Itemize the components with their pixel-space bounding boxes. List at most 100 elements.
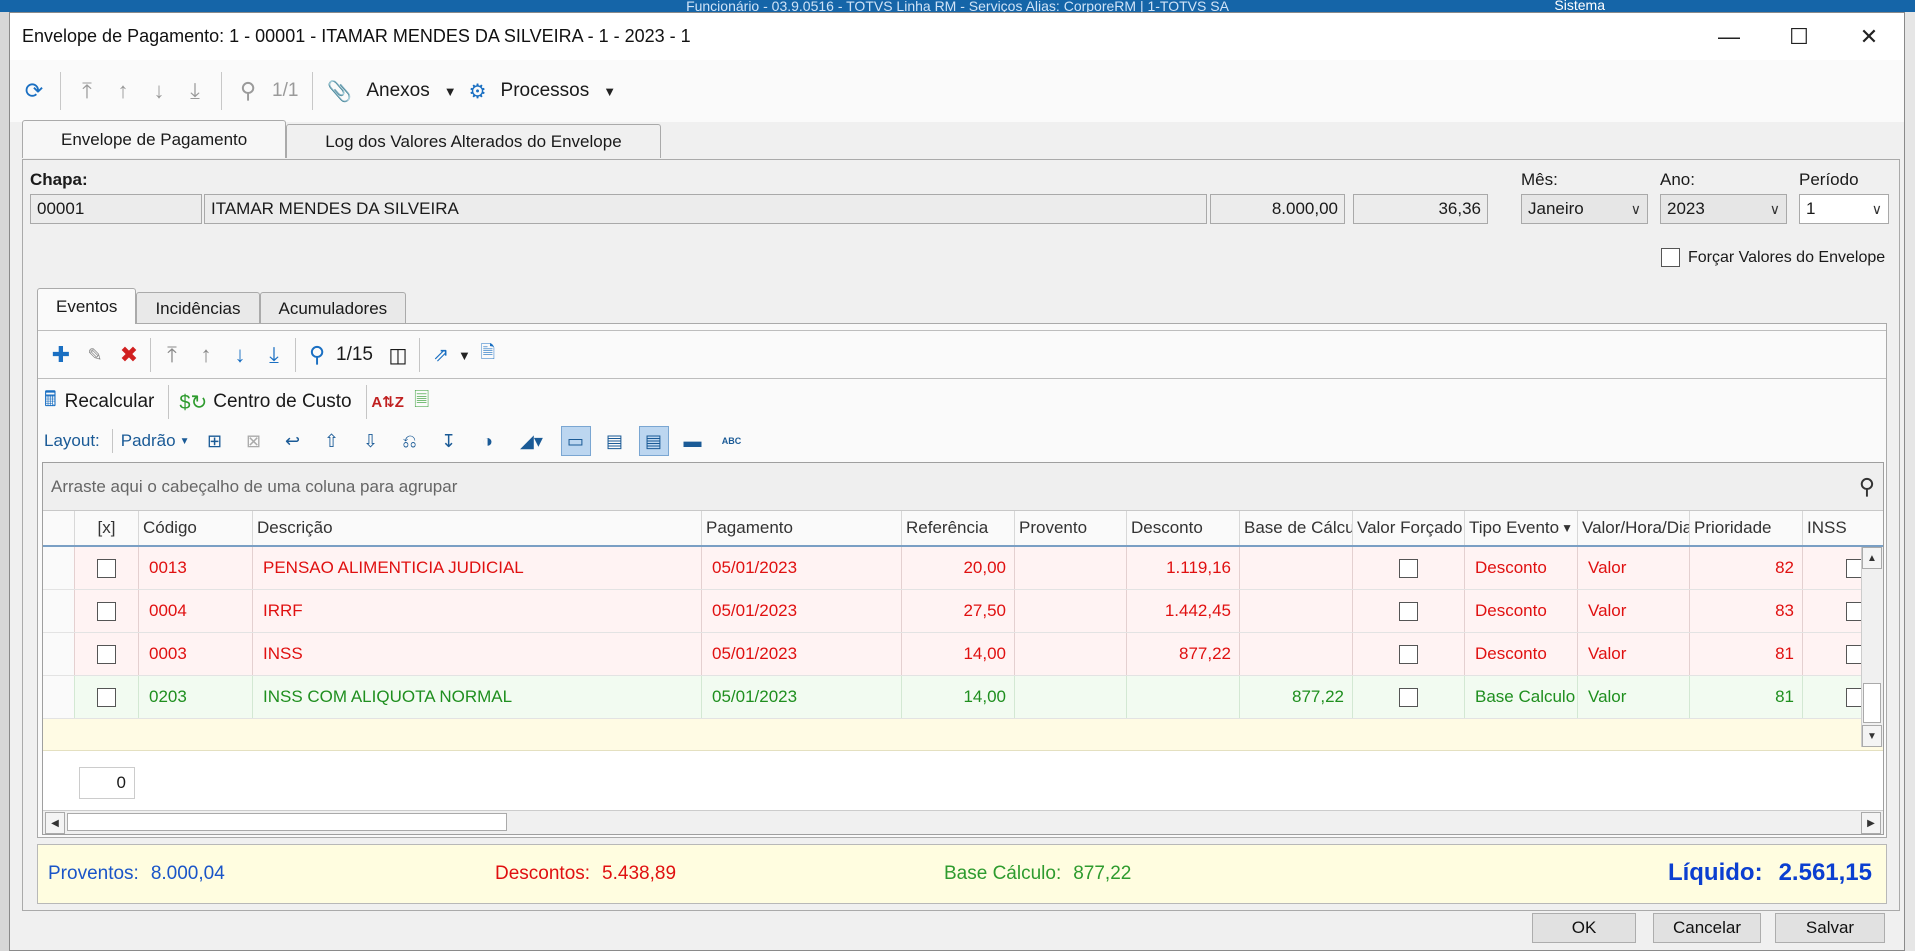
caret-down-icon[interactable]: ▼ [458,348,471,363]
layout-add-icon[interactable]: ⊞ [200,426,230,456]
tab-log-valores[interactable]: Log dos Valores Alterados do Envelope [286,124,661,158]
row-select-checkbox[interactable] [97,558,116,578]
last-record-icon[interactable]: ⤓ [257,338,291,372]
next-record-icon[interactable]: ↓ [223,338,257,372]
pagamento-cell[interactable]: 05/01/2023 [702,676,902,718]
close-icon[interactable]: ✕ [1834,13,1904,60]
prioridade-cell[interactable]: 81 [1690,676,1803,718]
codigo-cell[interactable]: 0013 [139,547,253,589]
row-select-checkbox[interactable] [97,601,116,621]
layout-save-icon[interactable]: ↩ [278,426,308,456]
tipo-evento-cell[interactable]: Desconto [1465,547,1578,589]
column-header-valor-forcado[interactable]: Valor Forçado [1353,511,1465,545]
base-calculo-cell[interactable] [1240,590,1353,632]
scroll-thumb[interactable] [67,813,507,831]
referencia-cell[interactable]: 14,00 [902,676,1015,718]
row-select-cell[interactable] [75,633,139,675]
codigo-cell[interactable]: 0003 [139,633,253,675]
paint-roller-icon[interactable]: ⎌ [395,426,425,456]
column-header-tipo-evento[interactable]: Tipo Evento ▼ [1465,511,1578,545]
centro-custo-button[interactable]: $↻ Centro de Custo [179,390,351,415]
tab-incidencias[interactable]: Incidências [136,292,260,324]
tipo-evento-cell[interactable]: Desconto [1465,633,1578,675]
pagamento-cell[interactable]: 05/01/2023 [702,633,902,675]
previous-record-icon[interactable]: ↑ [189,338,223,372]
maximize-icon[interactable]: ☐ [1764,13,1834,60]
vertical-scrollbar[interactable]: ▲ ▼ [1861,547,1883,747]
scroll-thumb[interactable] [1863,683,1881,723]
salvar-button[interactable]: Salvar [1775,913,1885,943]
chart-area-icon[interactable]: ◢▾ [512,426,552,456]
horas-field[interactable]: 36,36 [1353,194,1488,224]
layout-band-icon[interactable]: ▬ [678,426,708,456]
nome-field[interactable]: ITAMAR MENDES DA SILVEIRA [204,194,1207,224]
previous-record-icon[interactable]: ↑ [105,73,141,109]
tipo-evento-cell[interactable]: Base Calculo [1465,676,1578,718]
column-header-descricao[interactable]: Descrição [253,511,702,545]
provento-cell[interactable] [1015,547,1127,589]
codigo-cell[interactable]: 0203 [139,676,253,718]
desconto-cell[interactable]: 1.442,45 [1127,590,1240,632]
search-icon[interactable]: ⚲ [230,73,266,109]
column-header-desconto[interactable]: Desconto [1127,511,1240,545]
ok-button[interactable]: OK [1532,913,1636,943]
layout-group-footer-icon[interactable]: ▤ [600,426,630,456]
table-row[interactable]: 0003 INSS 05/01/2023 14,00 877,22 Descon… [43,633,1883,676]
layout-header-icon[interactable]: ▤ [638,426,669,456]
row-select-cell[interactable] [75,547,139,589]
valor-forcado-checkbox[interactable] [1399,558,1418,578]
tab-eventos[interactable]: Eventos [37,288,137,324]
edit-icon[interactable]: ✎ [78,338,112,372]
new-row-placeholder[interactable] [43,719,1883,751]
search-icon[interactable]: ⚲ [300,338,334,372]
layout-delete-icon[interactable]: ⊠ [239,426,269,456]
next-record-icon[interactable]: ↓ [141,73,177,109]
cancelar-button[interactable]: Cancelar [1653,913,1761,943]
column-header-prioridade[interactable]: Prioridade [1690,511,1803,545]
row-select-cell[interactable] [75,590,139,632]
column-header-pagamento[interactable]: Pagamento [702,511,902,545]
provento-cell[interactable] [1015,633,1127,675]
valor-forcado-cell[interactable] [1353,676,1465,718]
column-header-inss[interactable]: INSS [1803,511,1873,545]
pagamento-cell[interactable]: 05/01/2023 [702,590,902,632]
valor-hora-dia-cell[interactable]: Valor [1578,676,1690,718]
scroll-up-icon[interactable]: ▲ [1862,547,1882,569]
color-palette-icon[interactable]: ◑ [473,426,503,456]
pagamento-cell[interactable]: 05/01/2023 [702,547,902,589]
document-check-icon[interactable]: 🗏 [405,385,439,419]
table-row[interactable]: 0203 INSS COM ALIQUOTA NORMAL 05/01/2023… [43,676,1883,719]
descricao-cell[interactable]: INSS COM ALIQUOTA NORMAL [253,676,702,718]
codigo-cell[interactable]: 0004 [139,590,253,632]
valor-forcado-cell[interactable] [1353,590,1465,632]
descricao-cell[interactable]: INSS [253,633,702,675]
column-header-referencia[interactable]: Referência [902,511,1015,545]
row-select-checkbox[interactable] [97,687,116,707]
export-icon[interactable]: ⇗ [424,338,458,372]
recalcular-button[interactable]: 🖩 Recalcular [44,385,154,420]
layout-upload-icon[interactable]: ⇧ [317,426,347,456]
valor-hora-dia-cell[interactable]: Valor [1578,633,1690,675]
first-record-icon[interactable]: ⤒ [69,73,105,109]
processos-button[interactable]: ⚙ Processos ▼ [469,79,617,104]
prioridade-cell[interactable]: 83 [1690,590,1803,632]
row-select-cell[interactable] [75,676,139,718]
valor-hora-dia-cell[interactable]: Valor [1578,547,1690,589]
columns-icon[interactable]: ◫ [381,338,415,372]
pin-icon[interactable]: ↧ [434,426,464,456]
forcar-valores-option[interactable]: Forçar Valores do Envelope [1661,248,1885,267]
valor-forcado-checkbox[interactable] [1399,644,1418,664]
referencia-cell[interactable]: 20,00 [902,547,1015,589]
base-calculo-cell[interactable]: 877,22 [1240,676,1353,718]
first-record-icon[interactable]: ⤒ [155,338,189,372]
layout-footer-icon[interactable]: ▭ [560,426,591,456]
desconto-cell[interactable] [1127,676,1240,718]
column-header-valor-hora-dia[interactable]: Valor/Hora/Dia [1578,511,1690,545]
filter-icon[interactable]: ▼ [1561,521,1573,535]
report-icon[interactable]: 🗎 [471,338,505,372]
last-record-icon[interactable]: ⤓ [177,73,213,109]
abc-icon[interactable]: ABC [717,426,747,456]
column-header-base-calculo[interactable]: Base de Cálculo [1240,511,1353,545]
valor-hora-dia-cell[interactable]: Valor [1578,590,1690,632]
table-row[interactable]: 0013 PENSAO ALIMENTICIA JUDICIAL 05/01/2… [43,547,1883,590]
